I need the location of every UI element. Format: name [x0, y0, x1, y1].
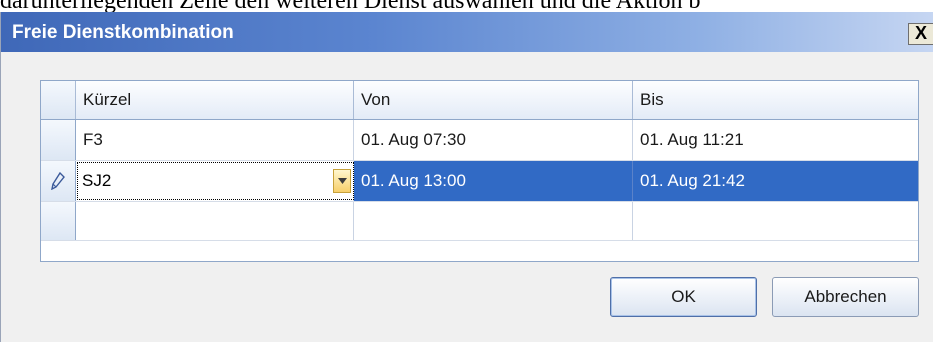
- cell-bis[interactable]: 01. Aug 11:21: [633, 120, 918, 160]
- row-indicator-editing[interactable]: [41, 161, 76, 201]
- chevron-down-icon: [337, 178, 347, 184]
- grid-header-row: Kürzel Von Bis: [41, 81, 918, 120]
- dialog-title: Freie Dienstkombination: [12, 22, 234, 43]
- cancel-button[interactable]: Abbrechen: [772, 277, 919, 317]
- row-indicator[interactable]: [41, 202, 76, 240]
- ok-button[interactable]: OK: [610, 277, 757, 317]
- shift-grid: Kürzel Von Bis F3 01. Aug 07:30 01. Aug …: [40, 80, 919, 262]
- column-header-kuerzel[interactable]: Kürzel: [76, 81, 354, 119]
- table-row[interactable]: F3 01. Aug 07:30 01. Aug 11:21: [41, 120, 918, 161]
- column-header-bis[interactable]: Bis: [633, 81, 918, 119]
- cell-kuerzel-empty[interactable]: [76, 202, 354, 240]
- kuerzel-combobox[interactable]: SJ2: [77, 162, 354, 200]
- pencil-icon: [51, 172, 65, 190]
- dialog-freie-dienstkombination: Freie Dienstkombination X Kürzel Von Bis…: [0, 12, 933, 342]
- close-button[interactable]: X: [908, 23, 933, 45]
- cell-von[interactable]: 01. Aug 07:30: [354, 120, 633, 160]
- table-row-new[interactable]: [41, 202, 918, 241]
- cell-von-empty[interactable]: [354, 202, 633, 240]
- kuerzel-combobox-value: SJ2: [82, 171, 112, 190]
- table-row-selected[interactable]: SJ2 01. Aug 13:00 01. Aug 21:42: [41, 161, 918, 202]
- kuerzel-dropdown-button[interactable]: [333, 169, 351, 193]
- cell-von[interactable]: 01. Aug 13:00: [354, 161, 633, 201]
- header-corner: [41, 81, 76, 119]
- column-header-von[interactable]: Von: [354, 81, 633, 119]
- cell-bis-empty[interactable]: [633, 202, 918, 240]
- dialog-titlebar: Freie Dienstkombination: [1, 12, 933, 52]
- row-indicator[interactable]: [41, 120, 76, 160]
- cell-bis[interactable]: 01. Aug 21:42: [633, 161, 918, 201]
- cell-kuerzel[interactable]: F3: [76, 120, 354, 160]
